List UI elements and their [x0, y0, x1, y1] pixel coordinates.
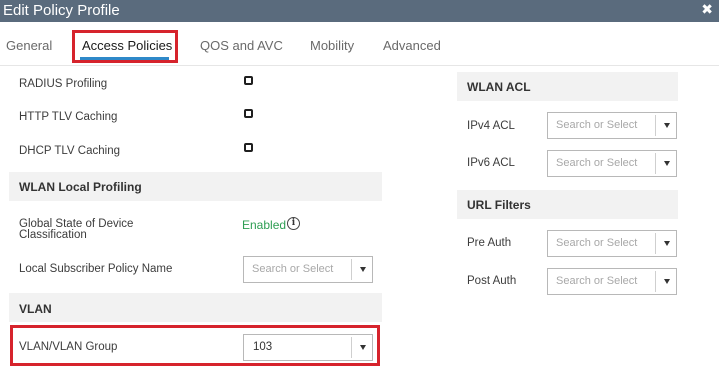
http-tlv-caching-label: HTTP TLV Caching	[19, 111, 118, 123]
select-divider	[655, 271, 656, 292]
ipv4-acl-label: IPv4 ACL	[467, 120, 515, 132]
select-divider	[351, 259, 352, 280]
wlan-acl-section-header: WLAN ACL	[457, 72, 678, 101]
dialog-titlebar: Edit Policy Profile ✖	[0, 0, 719, 22]
local-subscriber-policy-label: Local Subscriber Policy Name	[19, 263, 173, 275]
dhcp-tlv-caching-label: DHCP TLV Caching	[19, 145, 120, 157]
ipv6-acl-select[interactable]: Search or Select	[547, 150, 677, 177]
chevron-down-icon	[664, 241, 670, 246]
tab-general[interactable]: General	[6, 38, 52, 53]
wlan-acl-title: WLAN ACL	[467, 80, 531, 94]
chevron-down-icon	[664, 123, 670, 128]
radius-profiling-label: RADIUS Profiling	[19, 78, 108, 90]
dhcp-tlv-caching-checkbox[interactable]	[244, 143, 253, 152]
http-tlv-caching-checkbox[interactable]	[244, 109, 253, 118]
pre-auth-select[interactable]: Search or Select	[547, 230, 677, 257]
select-divider	[655, 233, 656, 254]
global-state-value: Enabled	[242, 218, 287, 232]
tab-mobility[interactable]: Mobility	[310, 38, 354, 53]
dialog-title: Edit Policy Profile	[3, 2, 120, 19]
vlan-group-highlight	[10, 325, 380, 366]
access-policies-tab-highlight	[72, 30, 178, 63]
url-filters-section-header: URL Filters	[457, 190, 678, 219]
wlan-local-profiling-title: WLAN Local Profiling	[19, 180, 142, 194]
pre-auth-label: Pre Auth	[467, 237, 512, 249]
vlan-title: VLAN	[19, 302, 52, 316]
global-state-label: Global State of Device Classification	[19, 218, 134, 241]
chevron-down-icon	[664, 161, 670, 166]
tab-qos-and-avc[interactable]: QOS and AVC	[200, 38, 283, 53]
tab-advanced[interactable]: Advanced	[383, 38, 441, 53]
pre-auth-placeholder: Search or Select	[556, 237, 638, 249]
ipv6-acl-label: IPv6 ACL	[467, 157, 515, 169]
wlan-local-profiling-section-header: WLAN Local Profiling	[9, 172, 382, 201]
local-subscriber-policy-placeholder: Search or Select	[252, 263, 334, 275]
chevron-down-icon	[360, 267, 366, 272]
chevron-down-icon	[664, 279, 670, 284]
select-divider	[655, 115, 656, 136]
ipv6-acl-placeholder: Search or Select	[556, 157, 638, 169]
local-subscriber-policy-select[interactable]: Search or Select	[243, 256, 373, 283]
vlan-section-header: VLAN	[9, 293, 382, 322]
close-icon[interactable]: ✖	[701, 1, 713, 18]
info-icon[interactable]: i	[287, 217, 300, 230]
radius-profiling-checkbox[interactable]	[244, 76, 253, 85]
ipv4-acl-placeholder: Search or Select	[556, 119, 638, 131]
url-filters-title: URL Filters	[467, 198, 531, 212]
ipv4-acl-select[interactable]: Search or Select	[547, 112, 677, 139]
post-auth-placeholder: Search or Select	[556, 275, 638, 287]
select-divider	[655, 153, 656, 174]
post-auth-select[interactable]: Search or Select	[547, 268, 677, 295]
post-auth-label: Post Auth	[467, 275, 517, 287]
